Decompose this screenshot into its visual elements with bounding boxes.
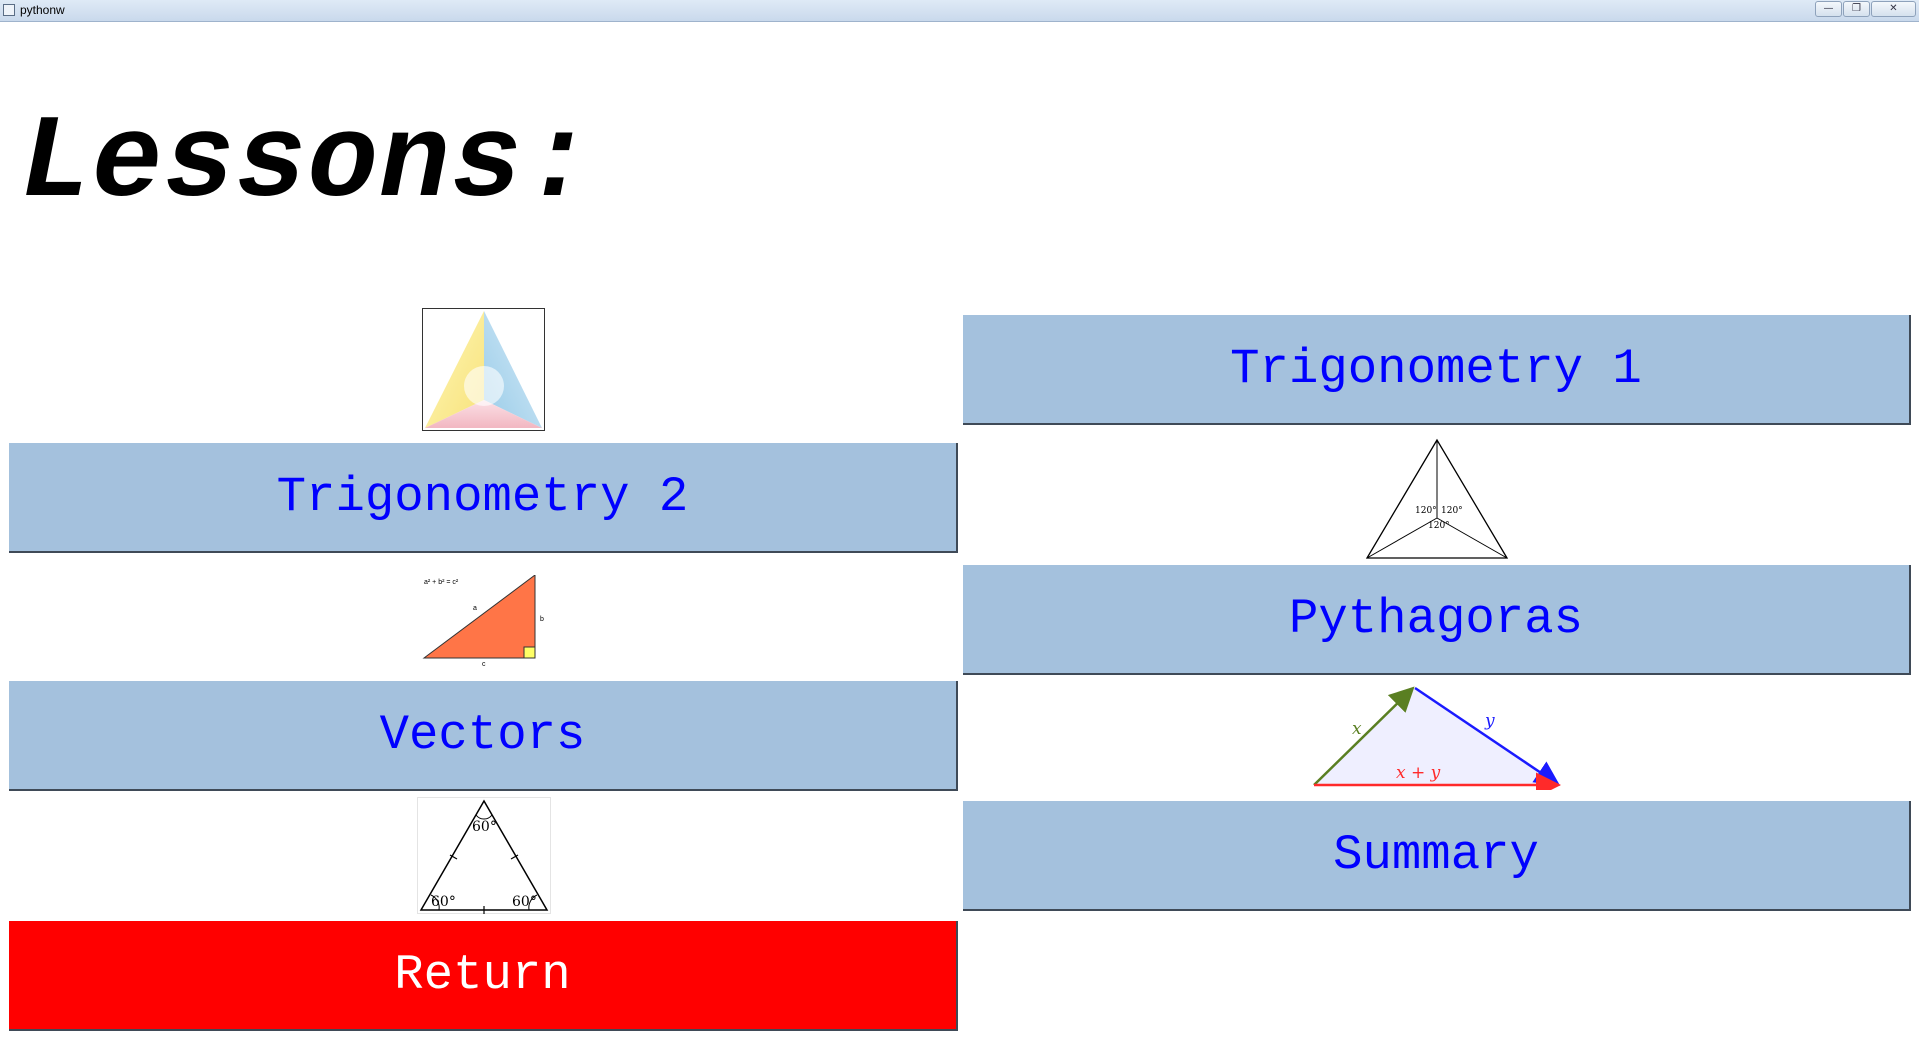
vectors-button[interactable]: Vectors: [9, 681, 958, 791]
summary-button[interactable]: Summary: [963, 801, 1911, 911]
triangle-120-image: 120° 120° 120°: [1365, 438, 1509, 560]
vector-triangle-image: x y x + y: [1310, 684, 1565, 790]
trigonometry-1-button[interactable]: Trigonometry 1: [963, 315, 1911, 425]
pythagoras-button[interactable]: Pythagoras: [963, 565, 1911, 675]
page-title: Lessons:: [20, 98, 595, 231]
trig2-pyramid-image: [422, 308, 545, 431]
window-title: pythonw: [20, 3, 65, 17]
pythagoras-formula: a² + b² = c²: [424, 579, 459, 586]
side-a-label: a: [473, 605, 477, 612]
minimize-icon[interactable]: —: [1815, 1, 1842, 17]
return-button[interactable]: Return: [9, 921, 958, 1031]
pythagoras-triangle-image: a² + b² = c² a b c: [420, 575, 550, 667]
angle-120-bottom: 120°: [1428, 521, 1450, 531]
angle-right-label: 60°: [512, 894, 537, 910]
trigonometry-2-button[interactable]: Trigonometry 2: [9, 443, 958, 553]
close-icon[interactable]: ✕: [1871, 1, 1916, 17]
equilateral-triangle-image: 60° 60° 60°: [417, 797, 551, 914]
window-titlebar: pythonw — ❐ ✕: [0, 0, 1919, 22]
angle-left-label: 60°: [431, 894, 456, 910]
maximize-icon[interactable]: ❐: [1843, 1, 1870, 17]
vector-sum-label: x + y: [1396, 763, 1441, 783]
angle-120-left: 120°: [1415, 506, 1437, 516]
vector-y-label: y: [1484, 711, 1495, 731]
angle-top-label: 60°: [472, 819, 497, 835]
side-b-label: b: [540, 616, 544, 623]
vector-x-label: x: [1352, 719, 1362, 739]
app-icon: [3, 4, 15, 16]
angle-120-right: 120°: [1441, 506, 1463, 516]
side-c-label: c: [482, 661, 486, 667]
